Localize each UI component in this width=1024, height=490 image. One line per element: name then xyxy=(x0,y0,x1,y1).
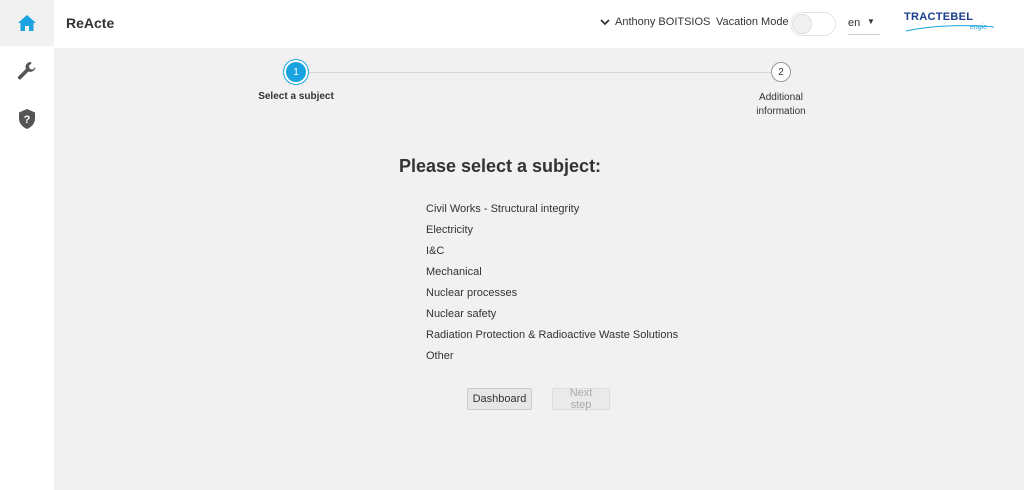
logo-swoosh xyxy=(905,25,995,32)
step-2-label-line2: information xyxy=(756,106,806,117)
toggle-knob xyxy=(792,14,812,34)
dropdown-arrow-icon: ▼ xyxy=(867,17,875,26)
subject-option-nuclear-processes[interactable]: Nuclear processes xyxy=(426,287,678,308)
subject-option-radiation-protection[interactable]: Radiation Protection & Radioactive Waste… xyxy=(426,329,678,350)
tractebel-logo: TRACTEBEL engie xyxy=(902,11,1002,35)
help-icon: ? xyxy=(19,109,35,129)
logo-brand: TRACTEBEL xyxy=(904,11,974,23)
app-title: ReActe xyxy=(66,15,115,31)
sidebar-item-help[interactable]: ? xyxy=(0,96,54,142)
step-2-indicator: 2 xyxy=(771,62,791,82)
svg-text:?: ? xyxy=(24,114,31,126)
subject-option-nuclear-safety[interactable]: Nuclear safety xyxy=(426,308,678,329)
language-select[interactable]: en ▼ xyxy=(848,12,880,35)
step-2-label: Additional information xyxy=(741,91,821,119)
next-step-button[interactable]: Next step xyxy=(552,387,610,411)
main-content: 1 Select a subject 2 Additional informat… xyxy=(54,48,1024,490)
sidebar: ? xyxy=(0,0,54,490)
subject-option-ic[interactable]: I&C xyxy=(426,245,678,266)
step-1-indicator: 1 xyxy=(286,62,306,82)
user-name: Anthony BOITSIOS xyxy=(615,16,711,28)
sidebar-item-tools[interactable] xyxy=(0,48,54,94)
subject-list: Civil Works - Structural integrity Elect… xyxy=(426,203,678,371)
subject-option-other[interactable]: Other xyxy=(426,350,678,371)
chevron-down-icon xyxy=(600,18,610,25)
subject-option-mechanical[interactable]: Mechanical xyxy=(426,266,678,287)
sidebar-item-home[interactable] xyxy=(0,0,54,46)
step-2-label-line1: Additional xyxy=(759,92,803,103)
vacation-mode-toggle[interactable] xyxy=(790,12,836,36)
user-menu[interactable]: Anthony BOITSIOS xyxy=(600,16,710,28)
stepper-line xyxy=(298,72,782,73)
wrench-icon xyxy=(17,62,36,80)
dashboard-button[interactable]: Dashboard xyxy=(467,388,532,410)
step-1-label: Select a subject xyxy=(258,91,334,102)
home-icon xyxy=(18,15,36,31)
vacation-mode-label: Vacation Mode xyxy=(716,16,789,28)
language-value: en xyxy=(848,17,861,29)
subject-option-civil-works[interactable]: Civil Works - Structural integrity xyxy=(426,203,678,224)
top-bar: ReActe Anthony BOITSIOS Vacation Mode en… xyxy=(54,0,1024,48)
subject-option-electricity[interactable]: Electricity xyxy=(426,224,678,245)
page-title: Please select a subject: xyxy=(398,156,602,176)
